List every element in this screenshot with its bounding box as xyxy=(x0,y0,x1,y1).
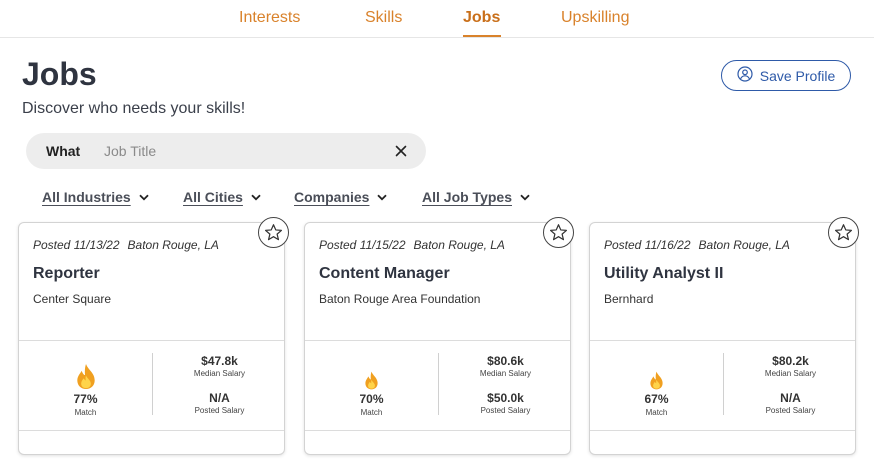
job-title[interactable]: Utility Analyst II xyxy=(604,265,723,283)
median-salary-value: $80.2k xyxy=(772,354,809,368)
tab-upskilling[interactable]: Upskilling xyxy=(561,9,629,27)
median-salary-label: Median Salary xyxy=(764,369,817,378)
tab-interests[interactable]: Interests xyxy=(239,9,300,27)
posted-salary: N/A Posted Salary xyxy=(724,391,857,415)
favorite-star-icon[interactable] xyxy=(543,217,574,248)
fire-icon xyxy=(365,371,378,390)
search-bar: What xyxy=(26,133,426,169)
job-card[interactable]: Posted 11/13/22 Baton Rouge, LA Reporter … xyxy=(18,222,285,455)
save-profile-label: Save Profile xyxy=(759,67,836,84)
posted-date: Posted 11/15/22 xyxy=(319,238,406,252)
match-label: Match xyxy=(360,408,383,417)
card-divider xyxy=(590,340,855,341)
posted-salary: $50.0k Posted Salary xyxy=(439,391,572,415)
job-card[interactable]: Posted 11/16/22 Baton Rouge, LA Utility A… xyxy=(589,222,856,455)
fire-icon xyxy=(650,371,663,390)
fire-icon xyxy=(76,363,95,390)
median-salary-label: Median Salary xyxy=(479,369,532,378)
job-location: Baton Rouge, LA xyxy=(127,238,219,252)
company-name: Center Square xyxy=(33,292,112,306)
posted-salary-label: Posted Salary xyxy=(765,406,816,415)
company-name: Baton Rouge Area Foundation xyxy=(319,292,481,306)
match-block: 70% Match xyxy=(305,351,438,417)
filter-industries[interactable]: All Industries xyxy=(42,189,149,205)
job-title[interactable]: Reporter xyxy=(33,265,100,283)
page-title: Jobs xyxy=(22,56,97,92)
match-percent: 70% xyxy=(359,392,384,406)
chevron-down-icon xyxy=(139,194,149,200)
posted-salary: N/A Posted Salary xyxy=(153,391,286,415)
chevron-down-icon xyxy=(520,194,530,200)
posted-salary-value: N/A xyxy=(780,391,801,405)
card-divider xyxy=(590,430,855,431)
median-salary: $80.2k Median Salary xyxy=(724,354,857,378)
median-salary-value: $47.8k xyxy=(201,354,238,368)
company-name: Bernhard xyxy=(604,292,654,306)
page-subtitle: Discover who needs your skills! xyxy=(22,100,246,117)
median-salary: $80.6k Median Salary xyxy=(439,354,572,378)
match-block: 67% Match xyxy=(590,351,723,417)
card-divider xyxy=(305,430,570,431)
filter-job-types[interactable]: All Job Types xyxy=(422,189,530,205)
card-divider xyxy=(305,340,570,341)
job-location: Baton Rouge, LA xyxy=(698,238,790,252)
tab-jobs[interactable]: Jobs xyxy=(463,9,500,27)
median-salary-label: Median Salary xyxy=(193,369,246,378)
favorite-star-icon[interactable] xyxy=(828,217,859,248)
posted-salary-value: N/A xyxy=(209,391,230,405)
match-block: 77% Match xyxy=(19,351,152,417)
job-card[interactable]: Posted 11/15/22 Baton Rouge, LA Content M… xyxy=(304,222,571,455)
filter-label: All Job Types xyxy=(422,189,512,205)
posted-date: Posted 11/16/22 xyxy=(604,238,691,252)
user-circle-icon xyxy=(737,66,753,85)
tab-skills[interactable]: Skills xyxy=(365,9,402,27)
chevron-down-icon xyxy=(251,194,261,200)
filter-companies[interactable]: Companies xyxy=(294,189,388,205)
clear-search-icon[interactable] xyxy=(392,142,410,160)
posted-salary-value: $50.0k xyxy=(487,391,524,405)
card-divider xyxy=(19,340,284,341)
job-meta: Posted 11/13/22 Baton Rouge, LA xyxy=(33,238,219,252)
job-meta: Posted 11/16/22 Baton Rouge, LA xyxy=(604,238,790,252)
job-title-input[interactable] xyxy=(104,141,374,161)
job-meta: Posted 11/15/22 Baton Rouge, LA xyxy=(319,238,505,252)
posted-salary-label: Posted Salary xyxy=(194,406,245,415)
chevron-down-icon xyxy=(377,194,388,200)
active-tab-indicator xyxy=(463,35,501,37)
median-salary: $47.8k Median Salary xyxy=(153,354,286,378)
match-label: Match xyxy=(645,408,668,417)
filter-cities[interactable]: All Cities xyxy=(183,189,261,205)
match-label: Match xyxy=(74,408,97,417)
match-percent: 77% xyxy=(73,392,98,406)
favorite-star-icon[interactable] xyxy=(258,217,289,248)
job-location: Baton Rouge, LA xyxy=(413,238,505,252)
top-nav: Interests Skills Jobs Upskilling xyxy=(0,0,874,38)
filter-label: Companies xyxy=(294,189,370,205)
card-divider xyxy=(19,430,284,431)
posted-date: Posted 11/13/22 xyxy=(33,238,120,252)
filter-label: All Cities xyxy=(183,189,243,205)
save-profile-button[interactable]: Save Profile xyxy=(721,60,851,91)
match-percent: 67% xyxy=(644,392,669,406)
posted-salary-label: Posted Salary xyxy=(480,406,531,415)
job-title[interactable]: Content Manager xyxy=(319,265,450,283)
filter-label: All Industries xyxy=(42,189,131,205)
median-salary-value: $80.6k xyxy=(487,354,524,368)
search-label: What xyxy=(46,143,81,159)
